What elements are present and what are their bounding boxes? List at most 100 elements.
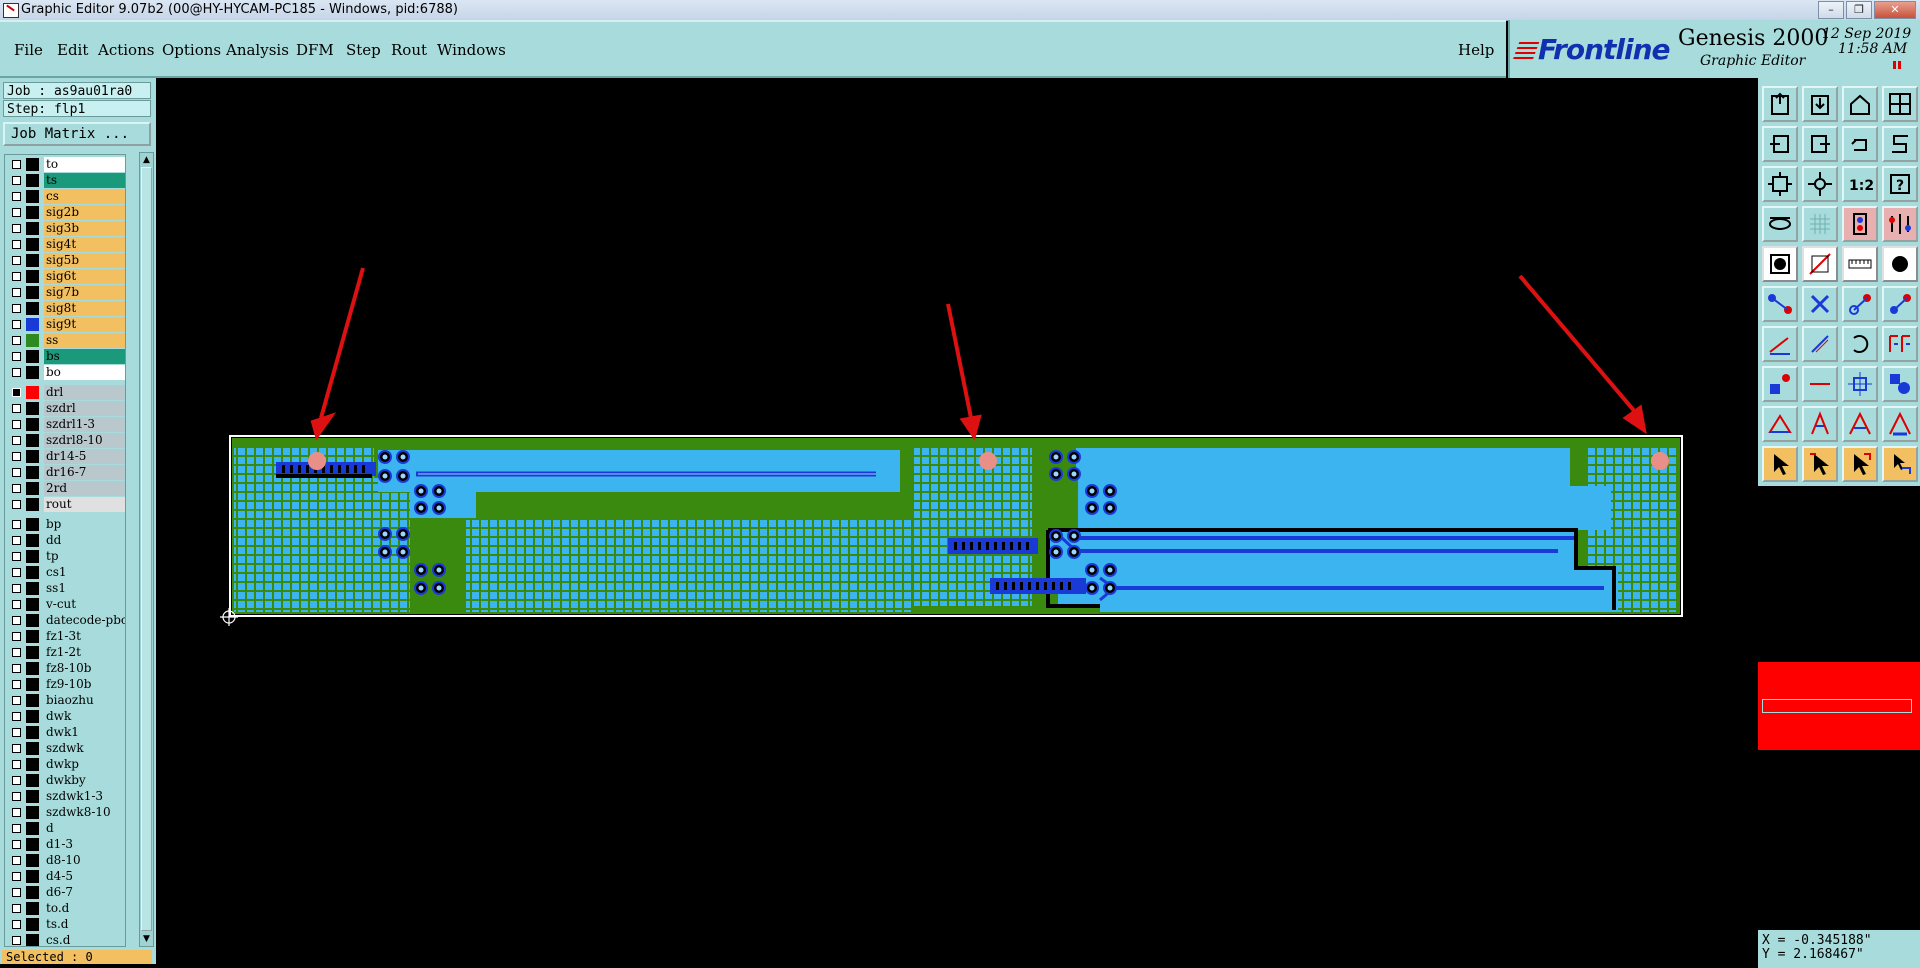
layer-checkbox[interactable] (12, 288, 21, 297)
layer-row-dwk1[interactable]: dwk1 (7, 725, 125, 740)
layer-row-v-cut[interactable]: v-cut (7, 597, 125, 612)
layer-name[interactable]: szdrl8-10 (44, 433, 125, 448)
layer-name[interactable]: cs1 (44, 565, 125, 580)
layer-checkbox[interactable] (12, 808, 21, 817)
layer-list-scrollbar[interactable]: ▲ ▼ (139, 152, 154, 947)
redraw-icon[interactable] (1842, 126, 1878, 162)
layer-color-swatch[interactable] (26, 566, 39, 579)
layer-color-swatch[interactable] (26, 174, 39, 187)
layer-checkbox[interactable] (12, 920, 21, 929)
layer-color-swatch[interactable] (26, 838, 39, 851)
layer-checkbox[interactable] (12, 484, 21, 493)
layer-row-szdrl1-3[interactable]: szdrl1-3 (7, 417, 125, 432)
layer-name[interactable]: sig9t (44, 317, 125, 332)
layer-row-bo[interactable]: bo (7, 365, 125, 380)
arc-icon[interactable] (1842, 326, 1878, 362)
layer-name[interactable]: bs (44, 349, 125, 364)
layer-row-fz8-10b[interactable]: fz8-10b (7, 661, 125, 676)
zoom-center-icon[interactable] (1802, 166, 1838, 202)
layer-name[interactable]: dwkby (44, 773, 125, 788)
layer-color-swatch[interactable] (26, 518, 39, 531)
layer-row-datecode-pbo[interactable]: datecode-pbo (7, 613, 125, 628)
layer-checkbox[interactable] (12, 368, 21, 377)
layer-color-swatch[interactable] (26, 466, 39, 479)
scroll-down-icon[interactable]: ▼ (141, 933, 152, 945)
layer-checkbox[interactable] (12, 840, 21, 849)
pan-left-icon[interactable] (1762, 126, 1798, 162)
maximize-button[interactable]: ❐ (1846, 1, 1872, 19)
layer-row-szdrl8-10[interactable]: szdrl8-10 (7, 433, 125, 448)
layer-row-ts.d[interactable]: ts.d (7, 917, 125, 932)
surface-icon[interactable] (1802, 246, 1838, 282)
layer-name[interactable]: to.d (44, 901, 125, 916)
layer-name[interactable]: fz1-3t (44, 629, 125, 644)
layer-checkbox[interactable] (12, 728, 21, 737)
layer-color-swatch[interactable] (26, 302, 39, 315)
menu-step[interactable]: Step (346, 41, 381, 59)
layer-checkbox[interactable] (12, 888, 21, 897)
layer-row-szdwk[interactable]: szdwk (7, 741, 125, 756)
layer-row-dr16-7[interactable]: dr16-7 (7, 465, 125, 480)
layer-name[interactable]: szdwk1-3 (44, 789, 125, 804)
layer-color-swatch[interactable] (26, 774, 39, 787)
layer-color-swatch[interactable] (26, 614, 39, 627)
layer-name[interactable]: sig6t (44, 269, 125, 284)
layer-checkbox[interactable] (12, 404, 21, 413)
layer-name[interactable]: fz9-10b (44, 677, 125, 692)
menu-rout[interactable]: Rout (391, 41, 427, 59)
layer-color-swatch[interactable] (26, 694, 39, 707)
layer-checkbox[interactable] (12, 712, 21, 721)
layer-name[interactable]: drl (44, 385, 125, 400)
layer-row-fz1-2t[interactable]: fz1-2t (7, 645, 125, 660)
layer-row-dwk[interactable]: dwk (7, 709, 125, 724)
layer-checkbox[interactable] (12, 904, 21, 913)
layer-color-swatch[interactable] (26, 286, 39, 299)
layer-row-tp[interactable]: tp (7, 549, 125, 564)
layer-name[interactable]: sig8t (44, 301, 125, 316)
layer-color-swatch[interactable] (26, 886, 39, 899)
layer-row-cs.d[interactable]: cs.d (7, 933, 125, 946)
layer-name[interactable]: dr14-5 (44, 449, 125, 464)
layer-row-sig9t[interactable]: sig9t (7, 317, 125, 332)
layer-color-swatch[interactable] (26, 270, 39, 283)
layer-row-fz1-3t[interactable]: fz1-3t (7, 629, 125, 644)
layer-row-d8-10[interactable]: d8-10 (7, 853, 125, 868)
layer-color-swatch[interactable] (26, 158, 39, 171)
layer-color-swatch[interactable] (26, 918, 39, 931)
layer-checkbox[interactable] (12, 600, 21, 609)
pointer-icon[interactable] (1762, 446, 1798, 482)
layer-checkbox[interactable] (12, 632, 21, 641)
layer-checkbox[interactable] (12, 240, 21, 249)
layer-name[interactable]: d8-10 (44, 853, 125, 868)
layer-name[interactable]: d1-3 (44, 837, 125, 852)
line-pad-icon[interactable] (1842, 286, 1878, 322)
layer-checkbox[interactable] (12, 500, 21, 509)
split-view-icon[interactable] (1882, 86, 1918, 122)
layers-select-icon[interactable] (1882, 206, 1918, 242)
layer-row-bp[interactable]: bp (7, 517, 125, 532)
connect-icon[interactable] (1762, 286, 1798, 322)
layer-name[interactable]: datecode-pbo (44, 613, 125, 628)
line-pad-alt-icon[interactable] (1882, 286, 1918, 322)
layer-checkbox[interactable] (12, 696, 21, 705)
layer-checkbox[interactable] (12, 824, 21, 833)
menu-file[interactable]: File (14, 41, 43, 59)
layers-toggle-icon[interactable] (1842, 206, 1878, 242)
pad-icon[interactable] (1762, 246, 1798, 282)
layer-row-cs[interactable]: cs (7, 189, 125, 204)
layer-row-szdwk1-3[interactable]: szdwk1-3 (7, 789, 125, 804)
layer-name[interactable]: szdwk (44, 741, 125, 756)
layer-color-swatch[interactable] (26, 366, 39, 379)
layer-name[interactable]: to (44, 157, 125, 172)
layer-name[interactable]: d6-7 (44, 885, 125, 900)
snap-icon[interactable] (1882, 366, 1918, 402)
layer-checkbox[interactable] (12, 304, 21, 313)
help-icon[interactable]: ? (1882, 166, 1918, 202)
layer-row-sig4t[interactable]: sig4t (7, 237, 125, 252)
layer-color-swatch[interactable] (26, 386, 39, 399)
grid-icon[interactable] (1802, 206, 1838, 242)
angle-c-icon[interactable] (1882, 406, 1918, 442)
navigator-minimap[interactable] (1758, 662, 1920, 750)
layer-checkbox[interactable] (12, 776, 21, 785)
layer-name[interactable]: sig5b (44, 253, 125, 268)
